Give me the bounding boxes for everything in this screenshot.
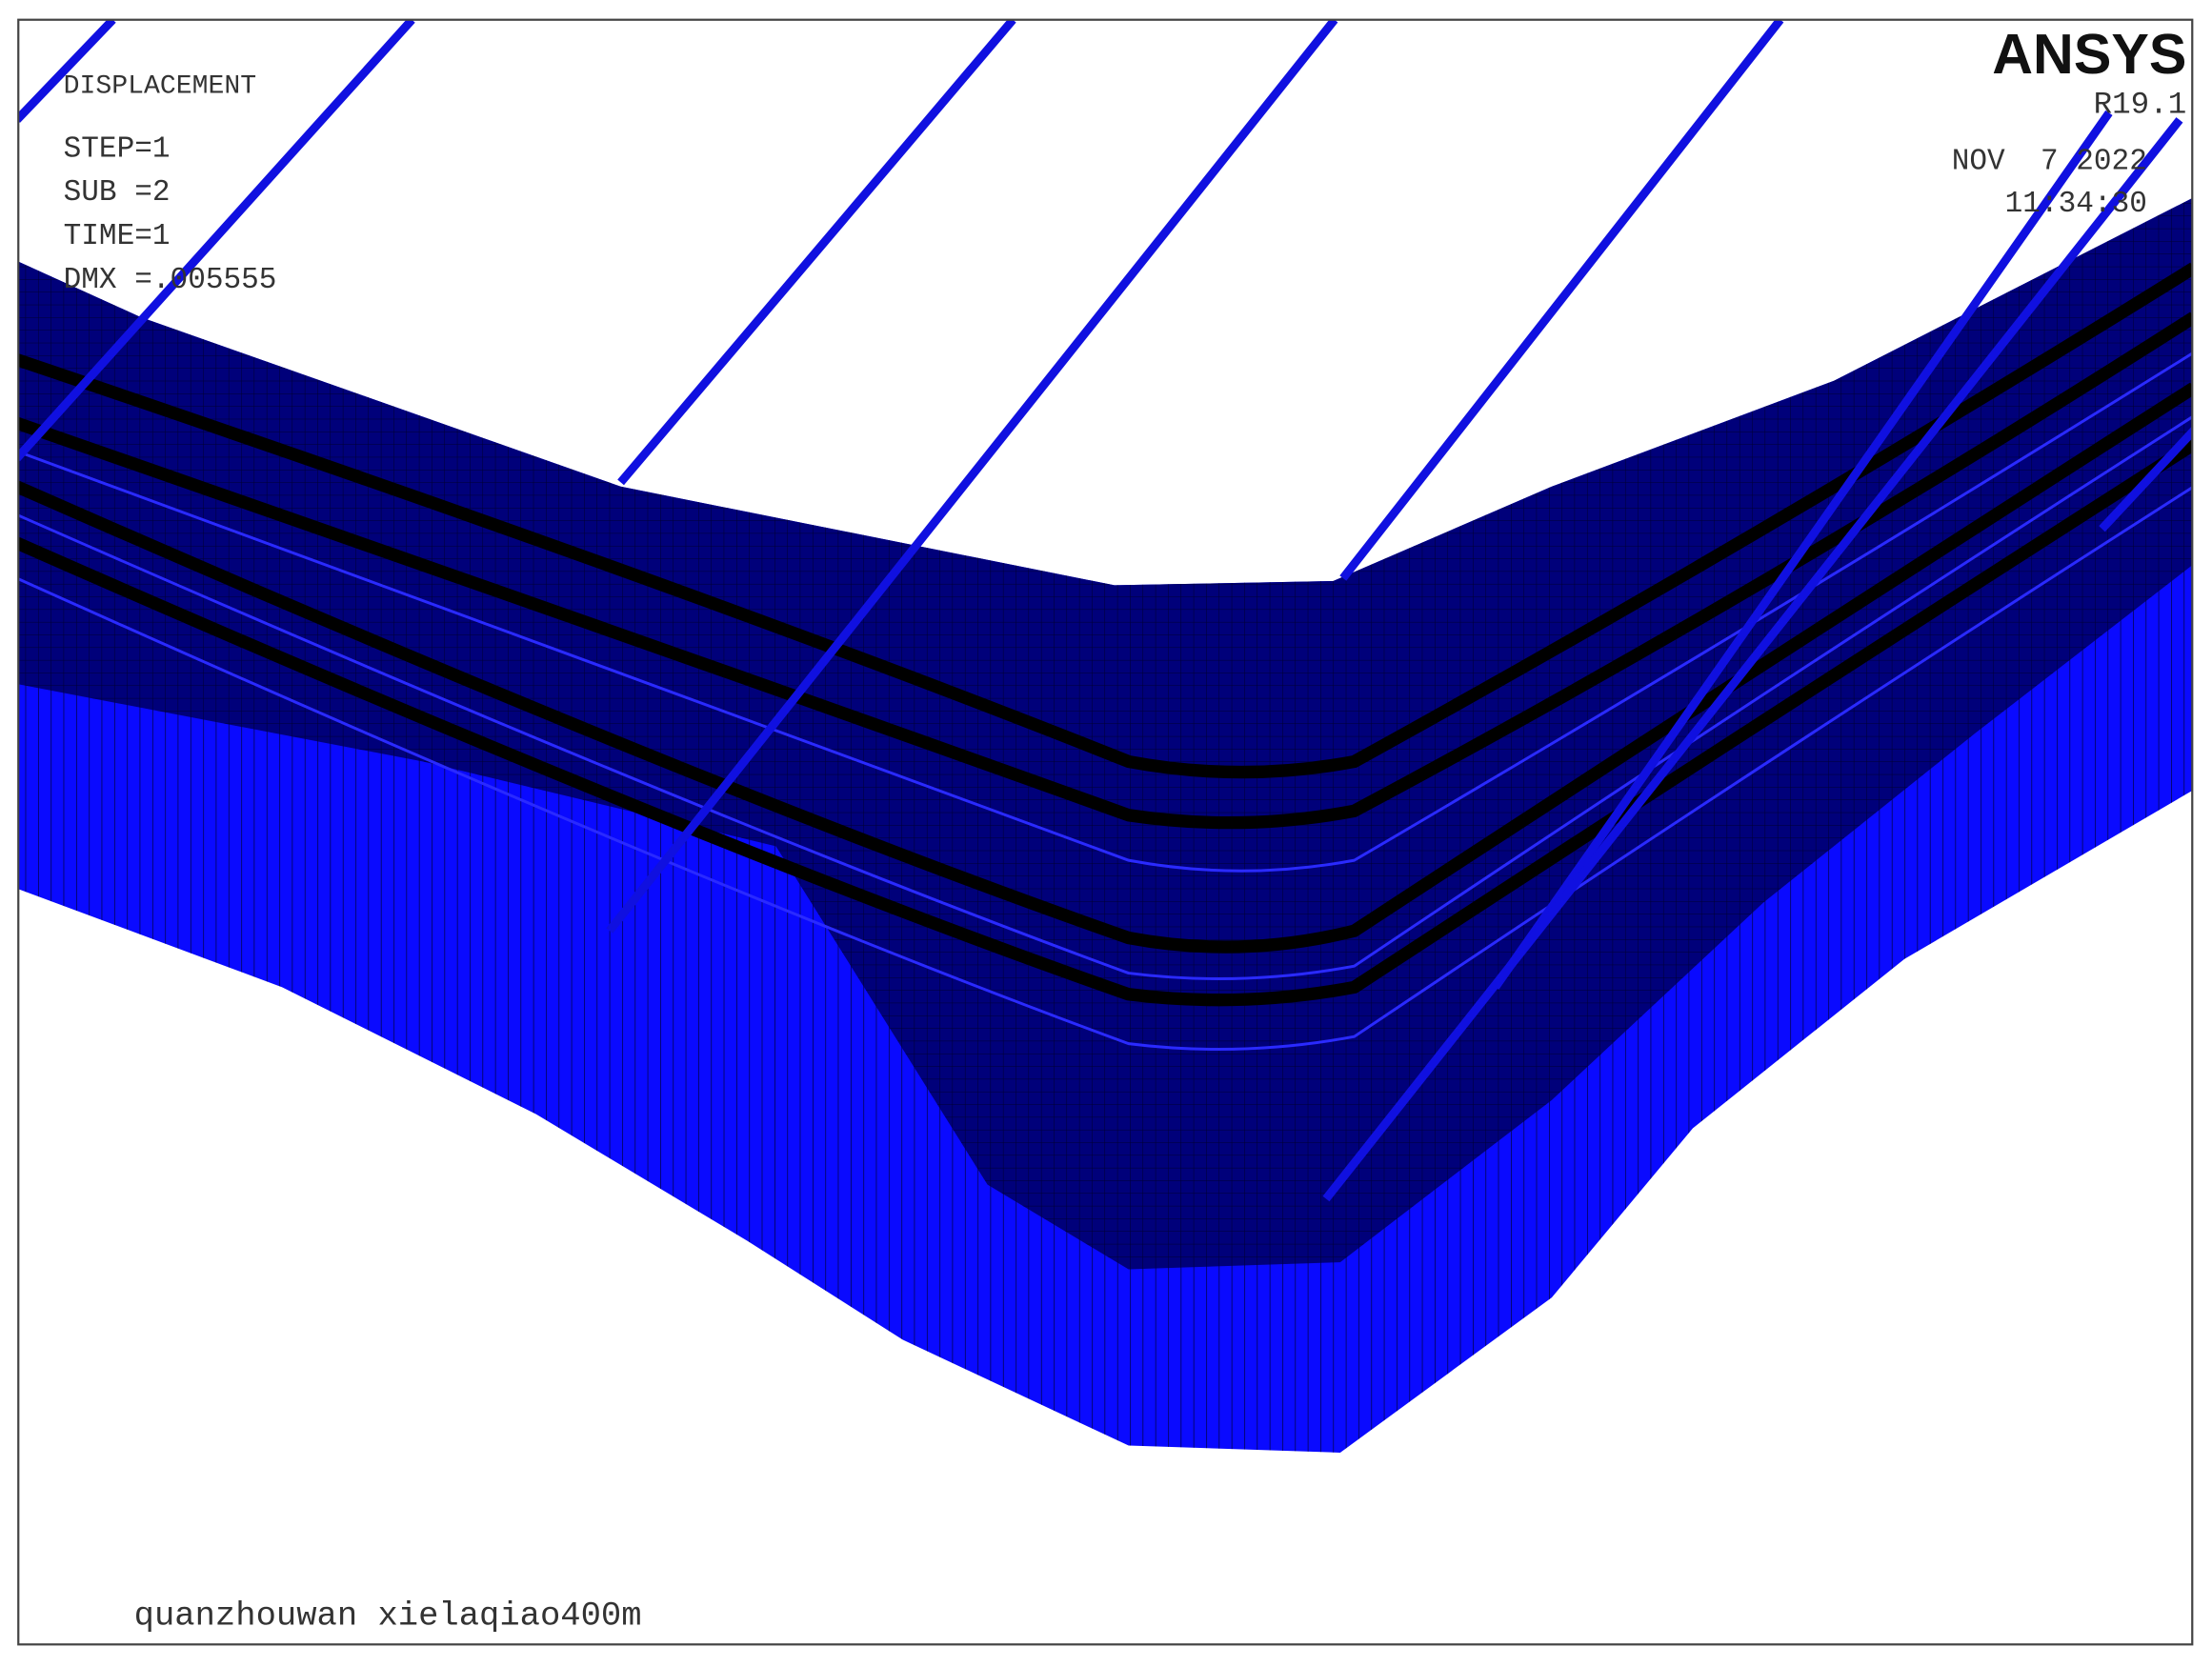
version-label: R19.1 [2094, 87, 2187, 122]
ansys-logo: ANSYS [1992, 22, 2186, 86]
plot-title: quanzhouwan xielaqiao400m [134, 1597, 642, 1636]
time-label: TIME=1 [64, 220, 171, 253]
step-label: STEP=1 [64, 132, 171, 166]
substep-label: SUB =2 [64, 176, 171, 210]
clock-label: 11:34:30 [2005, 188, 2147, 221]
date-label: NOV 7 2022 [1952, 146, 2147, 179]
ansys-graphics-window: DISPLACEMENT STEP=1 SUB =2 TIME=1 DMX =.… [0, 0, 2212, 1667]
dmx-label: DMX =.005555 [64, 264, 277, 297]
result-type-label: DISPLACEMENT [64, 72, 257, 102]
